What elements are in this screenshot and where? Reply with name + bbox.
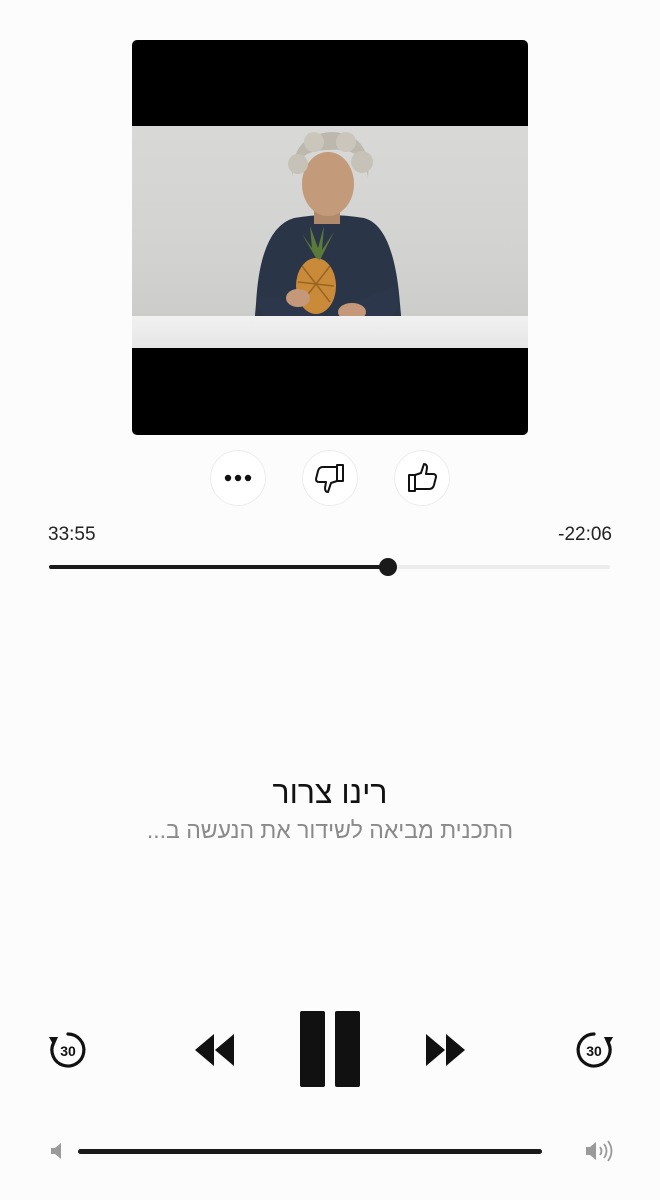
like-button[interactable] (395, 451, 449, 505)
pause-icon (300, 1011, 360, 1087)
skip-back-30-button[interactable]: 30 (44, 1026, 92, 1074)
skip-back-seconds-label: 30 (60, 1043, 76, 1059)
volume-max-icon (584, 1139, 616, 1163)
dislike-button[interactable] (303, 451, 357, 505)
remaining-time: -22:06 (558, 524, 612, 545)
track-subtitle: התכנית מביאה לשידור את הנעשה ב... (146, 817, 514, 843)
volume-min-icon (48, 1140, 66, 1162)
fast-forward-icon (426, 1034, 465, 1066)
volume-slider[interactable] (78, 1149, 542, 1154)
next-button[interactable] (422, 1026, 470, 1074)
artwork-scene (132, 126, 528, 348)
progress-bar[interactable] (49, 558, 610, 576)
thumbs-up-icon (408, 463, 437, 492)
forward-30-icon: 30 (576, 1032, 613, 1068)
rewind-icon (195, 1034, 234, 1066)
pause-button[interactable] (292, 1006, 368, 1092)
artwork-image (252, 132, 404, 348)
progress-fill (49, 565, 389, 569)
ellipsis-icon (224, 474, 252, 482)
track-title: רינו צרור (272, 774, 388, 810)
more-options-button[interactable] (211, 451, 265, 505)
thumbs-down-icon (315, 464, 344, 493)
skip-forward-30-button[interactable]: 30 (570, 1026, 618, 1074)
elapsed-time: 33:55 (48, 524, 96, 545)
rewind-30-icon: 30 (49, 1032, 86, 1068)
artwork (132, 40, 528, 435)
skip-forward-seconds-label: 30 (586, 1043, 602, 1059)
volume-fill (78, 1149, 542, 1154)
artwork-table (132, 316, 528, 348)
progress-scrubber[interactable] (379, 558, 398, 576)
previous-button[interactable] (190, 1026, 238, 1074)
